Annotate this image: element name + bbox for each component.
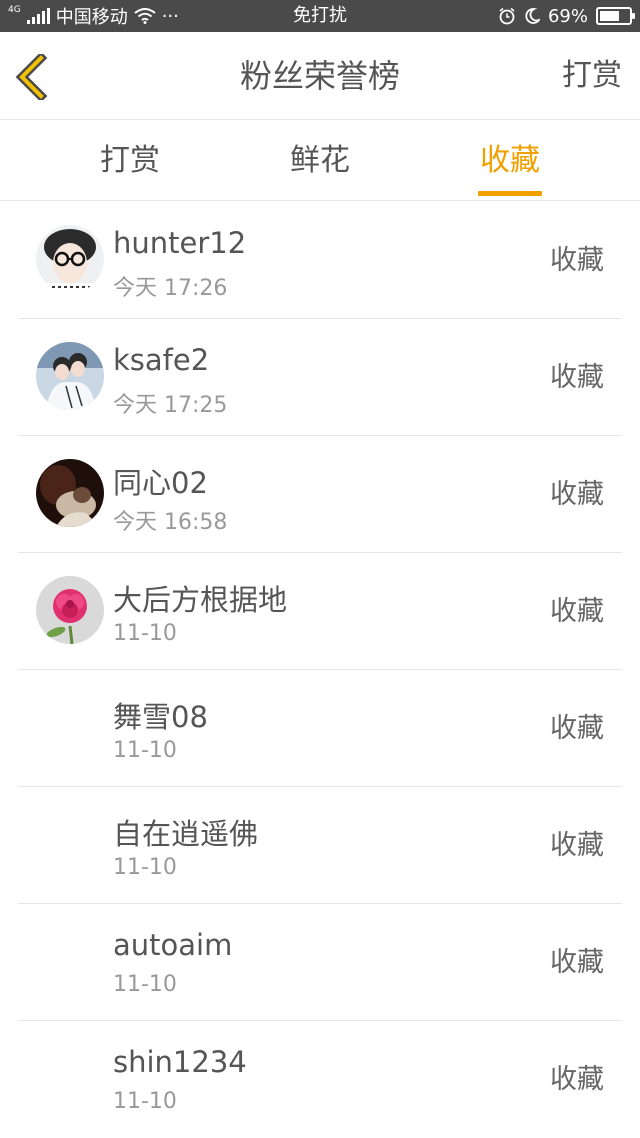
favorite-label: 收藏 (550, 830, 604, 861)
page-title: 粉丝荣誉榜 (239, 57, 400, 95)
fan-time: 今天 16:58 (113, 510, 228, 535)
favorite-label: 收藏 (550, 596, 604, 627)
active-tab-indicator (478, 191, 542, 196)
fan-time: 11-10 (113, 738, 177, 763)
reward-button[interactable]: 打赏 (562, 32, 622, 120)
list-item[interactable]: 自在逍遥佛 11-10 收藏 (0, 787, 640, 904)
moon-icon (525, 8, 540, 24)
fan-name: 大后方根据地 (113, 583, 288, 617)
list-item[interactable]: hunter12 今天 17:26 收藏 (0, 202, 640, 319)
list-item[interactable]: ksafe2 今天 17:25 收藏 (0, 319, 640, 436)
tab-label: 打赏 (100, 143, 160, 178)
fan-time: 11-10 (113, 972, 177, 997)
avatar (36, 459, 104, 527)
tab-label: 收藏 (480, 143, 540, 178)
favorite-label: 收藏 (550, 245, 604, 276)
fan-name: ksafe2 (113, 343, 210, 377)
list-item[interactable]: shin1234 11-10 收藏 (0, 1021, 640, 1138)
list-item[interactable]: 大后方根据地 11-10 收藏 (0, 553, 640, 670)
fan-time: 11-10 (113, 621, 177, 646)
tab-bar: 打赏 鲜花 收藏 (0, 121, 640, 201)
nav-header: 粉丝荣誉榜 打赏 (0, 32, 640, 120)
fan-list: hunter12 今天 17:26 收藏 ksafe2 今天 17:25 收藏 (0, 202, 640, 1138)
fan-name: 同心02 (113, 466, 208, 500)
tab-label: 鲜花 (290, 143, 350, 178)
list-item[interactable]: 同心02 今天 16:58 收藏 (0, 436, 640, 553)
status-right: 69% (498, 0, 635, 32)
back-button[interactable] (14, 51, 54, 103)
list-item[interactable]: autoaim 11-10 收藏 (0, 904, 640, 1021)
fan-time: 今天 17:26 (113, 276, 228, 301)
tab-favorites[interactable]: 收藏 (450, 121, 570, 201)
favorite-label: 收藏 (550, 947, 604, 978)
fan-name: hunter12 (113, 226, 247, 260)
battery-icon (596, 7, 635, 25)
favorite-label: 收藏 (550, 362, 604, 393)
fan-time: 今天 17:25 (113, 393, 228, 418)
avatar (36, 225, 104, 293)
favorite-label: 收藏 (550, 479, 604, 510)
alarm-icon (499, 7, 515, 25)
chevron-left-icon (15, 51, 48, 103)
favorite-label: 收藏 (550, 713, 604, 744)
fan-name: shin1234 (113, 1045, 247, 1079)
tab-flowers[interactable]: 鲜花 (260, 121, 380, 201)
favorite-label: 收藏 (550, 1064, 604, 1095)
fan-time: 11-10 (113, 855, 177, 880)
list-item[interactable]: 舞雪08 11-10 收藏 (0, 670, 640, 787)
fan-name: autoaim (113, 928, 233, 962)
fan-time: 11-10 (113, 1089, 177, 1114)
status-bar: 4G 中国移动 ··· 免打扰 69% (0, 0, 640, 32)
fan-name: 舞雪08 (113, 700, 208, 734)
avatar (36, 342, 104, 410)
fan-name: 自在逍遥佛 (113, 817, 259, 851)
avatar (36, 576, 104, 644)
tab-reward[interactable]: 打赏 (70, 121, 190, 201)
battery-percent: 69% (547, 5, 588, 27)
